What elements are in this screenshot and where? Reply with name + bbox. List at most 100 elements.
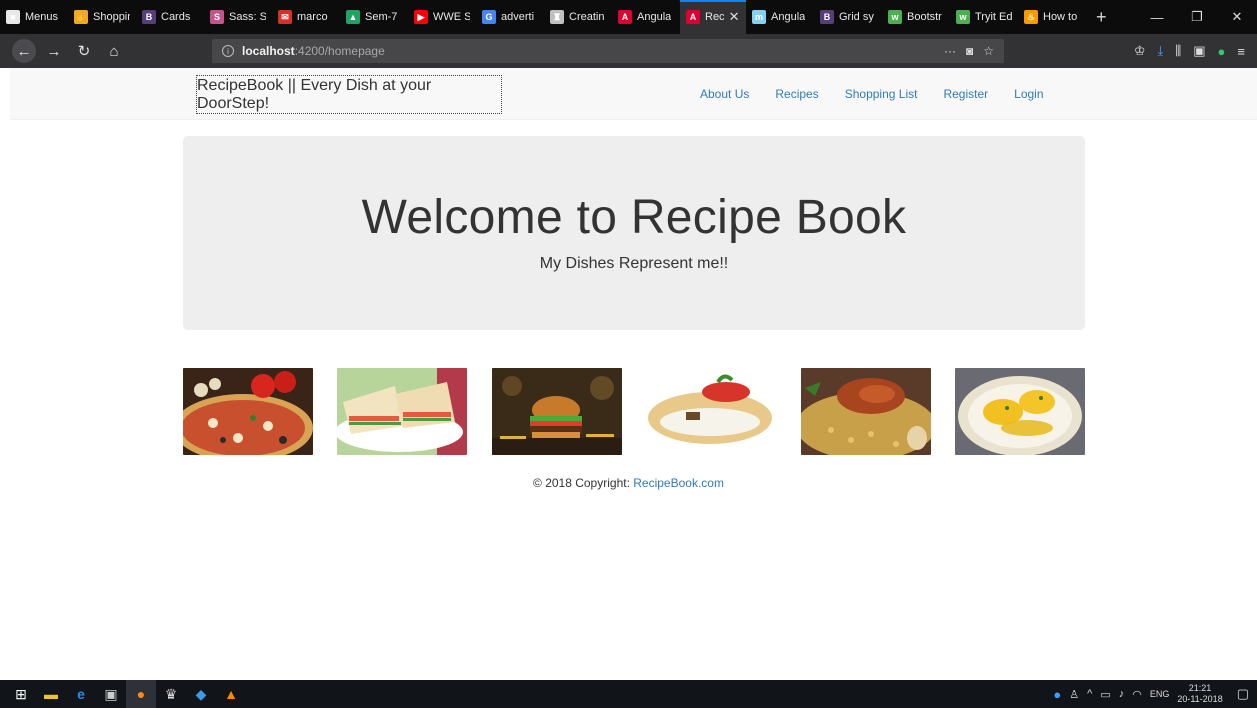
tab-title: marco	[297, 11, 328, 23]
minimize-icon[interactable]: —	[1137, 0, 1177, 34]
tab-title: Angula	[771, 11, 806, 23]
pizza-image	[183, 368, 313, 455]
language-indicator[interactable]: ENG	[1150, 689, 1170, 699]
page-title: Welcome to Recipe Book	[361, 191, 907, 244]
tab-title: adverti	[501, 11, 535, 23]
drive-icon: ▲	[346, 10, 360, 24]
reload-icon[interactable]: ↻	[72, 39, 96, 63]
nav-register[interactable]: Register	[943, 87, 988, 101]
browser-tab[interactable]: S Sass: Sy	[204, 0, 272, 34]
store-icon[interactable]: ▣	[96, 680, 126, 708]
site-menu: About Us Recipes Shopping List Register …	[700, 68, 1070, 120]
angular-icon: A	[686, 10, 700, 24]
new-tab-icon[interactable]: +	[1086, 7, 1117, 28]
close-window-icon[interactable]: ✕	[1217, 0, 1257, 34]
browser-tab[interactable]: ▶ WWE S	[408, 0, 476, 34]
edge-icon[interactable]: e	[66, 680, 96, 708]
firefox-icon[interactable]: ●	[126, 680, 156, 708]
taskbar: ⊞ ▬ e ▣ ● ♛ ◆ ▲ ● ♙ ^ ▭ ♪ ◠ ENG 21:21 20…	[0, 680, 1257, 708]
download-icon[interactable]: ⤓	[1158, 43, 1164, 59]
menu-icon[interactable]: ≡	[1237, 44, 1245, 59]
browser-tab[interactable]: Gadverti	[476, 0, 544, 34]
sass-icon: S	[210, 10, 224, 24]
tab-title: How to	[1043, 11, 1078, 23]
tab-title: Tryit Ed	[975, 11, 1012, 23]
browser-tab[interactable]: ♜ Creatin	[544, 0, 612, 34]
clock-date: 20-11-2018	[1177, 694, 1223, 704]
help-icon[interactable]: ●	[1053, 687, 1061, 702]
w3-icon: w	[888, 10, 902, 24]
browser-tab[interactable]: ▲ Sem-7	[340, 0, 408, 34]
browser-tab[interactable]: ✋ Shoppin	[68, 0, 136, 34]
back-icon[interactable]: ←	[12, 39, 36, 63]
cup-icon: ♜	[550, 10, 564, 24]
page-subtitle: My Dishes Represent me!!	[539, 255, 729, 272]
vlc-icon[interactable]: ▲	[216, 680, 246, 708]
battery-icon: ▭	[1100, 688, 1111, 701]
tab-title: Cards	[161, 11, 191, 23]
url-bar[interactable]: i localhost:4200/homepage ··· ◙ ☆	[212, 39, 1004, 63]
jumbotron: Welcome to Recipe Book My Dishes Represe…	[183, 136, 1085, 330]
browser-tab[interactable]: A Rec ✕	[680, 0, 746, 34]
tab-title: Sass: Sy	[229, 11, 266, 23]
nav-recipes[interactable]: Recipes	[775, 87, 818, 101]
tab-title: Menus	[25, 11, 59, 23]
clock[interactable]: 21:21 20-11-2018	[1177, 683, 1222, 705]
forward-icon[interactable]: →	[42, 39, 66, 63]
footer-link[interactable]: RecipeBook.com	[633, 476, 724, 490]
close-tab-icon[interactable]: ✕	[729, 9, 740, 25]
brand-link[interactable]: RecipeBook || Every Dish at your DoorSte…	[196, 75, 502, 114]
browser-tab[interactable]: ♨ How to	[1018, 0, 1086, 34]
browser-tab[interactable]: w Tryit Ed	[950, 0, 1018, 34]
tab-title: Shoppin	[93, 11, 130, 23]
nav-shopping-list[interactable]: Shopping List	[845, 87, 918, 101]
bootstrap-icon: B	[820, 10, 834, 24]
people-icon[interactable]: ♙	[1069, 688, 1079, 701]
footer: © 2018 Copyright: RecipeBook.com	[0, 476, 1257, 490]
tab-title: Creatin	[569, 11, 605, 23]
browser-tab[interactable]: m Angula	[746, 0, 814, 34]
browser-tab[interactable]: B Cards	[136, 0, 204, 34]
chicken-rice-image	[800, 368, 931, 455]
bookmark-star-icon[interactable]: ☆	[983, 44, 994, 58]
footer-copyright: © 2018 Copyright:	[533, 476, 634, 490]
tab-title: WWE S	[433, 11, 470, 23]
vscode-icon[interactable]: ◆	[186, 680, 216, 708]
sidebar-icon[interactable]: ▣	[1193, 43, 1205, 59]
home-icon[interactable]: ⌂	[102, 39, 126, 63]
extension-icon[interactable]: ●	[1218, 44, 1226, 59]
browser-tab[interactable]: A Angula	[612, 0, 680, 34]
reading-list-icon[interactable]: ♔	[1134, 43, 1146, 59]
tab-title: Grid sy	[839, 11, 874, 23]
flame-icon: ♨	[1024, 10, 1038, 24]
restore-icon[interactable]: ❐	[1177, 0, 1217, 34]
mdn-icon: m	[752, 10, 766, 24]
clock-time: 21:21	[1188, 683, 1212, 693]
chevron-up-icon[interactable]: ^	[1087, 688, 1092, 700]
nav-about-us[interactable]: About Us	[700, 87, 749, 101]
info-icon[interactable]: i	[222, 45, 234, 57]
file-explorer-icon[interactable]: ▬	[36, 680, 66, 708]
volume-icon[interactable]: ♪	[1119, 688, 1125, 700]
nav-login[interactable]: Login	[1014, 87, 1043, 101]
browser-tab[interactable]: ■ Menus	[0, 0, 68, 34]
browser-toolbar: ← → ↻ ⌂ i localhost:4200/homepage ··· ◙ …	[0, 34, 1257, 68]
dish-gallery	[183, 368, 1085, 455]
notification-icon[interactable]: ▢	[1237, 686, 1249, 702]
angular-icon: A	[618, 10, 632, 24]
browser-tab[interactable]: ✉ marco	[272, 0, 340, 34]
more-actions-icon[interactable]: ···	[944, 44, 956, 58]
tab-title: Rec	[705, 11, 725, 23]
bootstrap-icon: B	[142, 10, 156, 24]
app-icon[interactable]: ♛	[156, 680, 186, 708]
library-icon[interactable]: ⫼	[1175, 43, 1181, 59]
burger-image	[491, 368, 622, 455]
wifi-icon[interactable]: ◠	[1132, 688, 1142, 701]
window-controls: — ❐ ✕	[1137, 0, 1257, 34]
sandwich-image	[337, 368, 468, 455]
w3-icon: w	[956, 10, 970, 24]
windows-start-icon[interactable]: ⊞	[6, 680, 36, 708]
browser-tab[interactable]: B Grid sy	[814, 0, 882, 34]
browser-tab[interactable]: w Bootstr	[882, 0, 950, 34]
pocket-icon[interactable]: ◙	[966, 44, 973, 58]
